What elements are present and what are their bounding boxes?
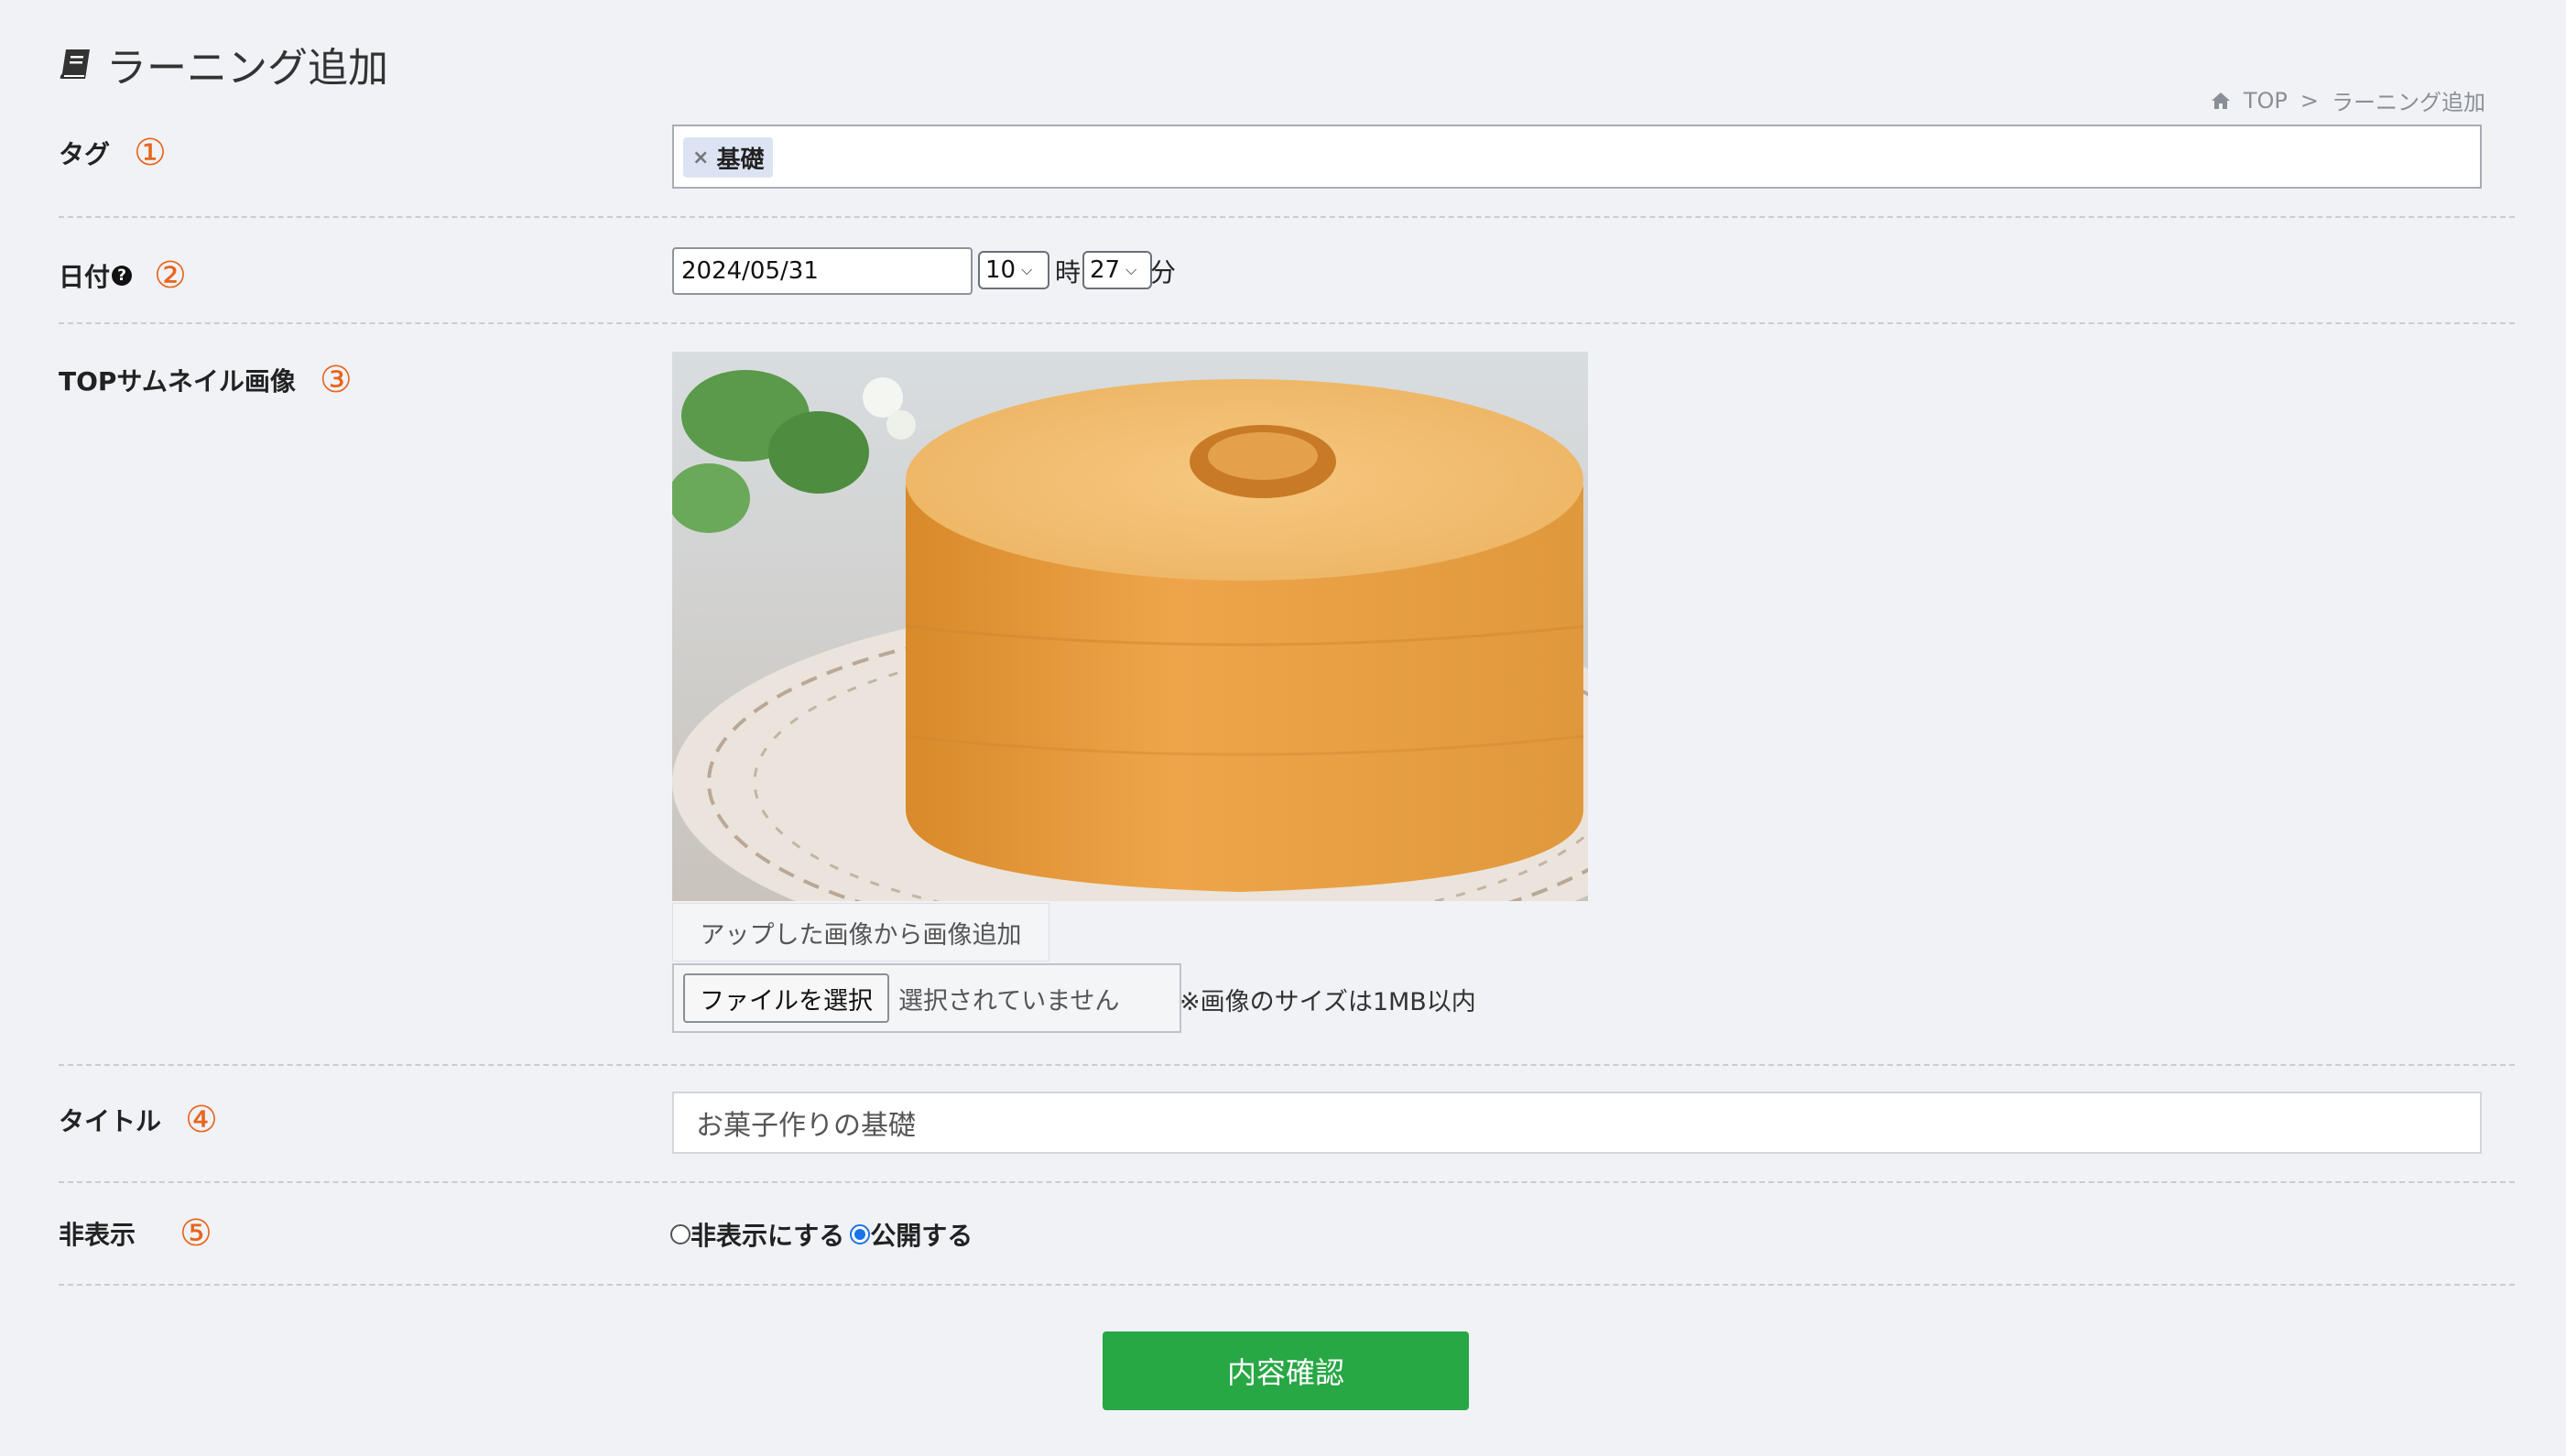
chevron-down-icon: ⌵ <box>1125 261 1137 278</box>
marker-4: ④ <box>185 1099 218 1141</box>
tag-remove-icon[interactable]: × <box>692 147 709 169</box>
choose-file-button[interactable]: ファイルを選択 <box>683 973 889 1023</box>
tag-chip: × 基礎 <box>683 137 774 178</box>
marker-3: ③ <box>319 359 353 401</box>
visibility-radio-group: 非表示にする 公開する <box>670 1216 973 1253</box>
visibility-label-text: 非表示 <box>59 1220 136 1250</box>
divider <box>59 1181 2515 1183</box>
date-input[interactable]: 2024/05/31 <box>672 247 973 295</box>
marker-1: ① <box>134 132 167 174</box>
chevron-down-icon: ⌵ <box>1021 261 1033 278</box>
divider <box>59 1064 2515 1066</box>
title-value: お菓子作りの基礎 <box>696 1110 916 1142</box>
gallery-image-button[interactable]: アップした画像から画像追加 <box>672 903 1049 962</box>
thumbnail-image <box>672 352 1588 901</box>
divider <box>59 1284 2515 1286</box>
title-label: タイトル ④ <box>59 1099 218 1141</box>
tag-label: タグ ① <box>59 132 167 174</box>
home-icon <box>2211 92 2230 109</box>
tag-label-text: タグ <box>59 139 111 169</box>
marker-2: ② <box>154 255 187 297</box>
image-size-note: ※画像のサイズは1MB以内 <box>1180 988 1476 1016</box>
hour-value: 10 <box>985 256 1017 284</box>
breadcrumb-home[interactable]: TOP <box>2244 88 2288 114</box>
book-icon <box>60 49 90 79</box>
breadcrumb: TOP > ラーニング追加 <box>2211 84 2485 116</box>
divider <box>59 322 2515 324</box>
breadcrumb-current: ラーニング追加 <box>2332 90 2485 115</box>
file-status: 選択されていません <box>898 986 1120 1016</box>
thumbnail-label: TOPサムネイル画像 ③ <box>59 359 353 401</box>
date-value: 2024/05/31 <box>681 257 819 285</box>
minute-value: 27 <box>1090 256 1121 284</box>
tag-chip-label: 基礎 <box>716 146 765 174</box>
hide-radio[interactable] <box>670 1224 690 1244</box>
hour-select[interactable]: 10 ⌵ <box>978 251 1049 289</box>
thumbnail-label-text: TOPサムネイル画像 <box>59 366 296 397</box>
date-label-text: 日付 <box>59 262 111 292</box>
help-icon[interactable]: ? <box>112 266 133 286</box>
date-label: 日付 ? ② <box>59 255 187 297</box>
confirm-button[interactable]: 内容確認 <box>1103 1331 1469 1410</box>
page-title: ラーニング追加 <box>59 35 388 93</box>
page-title-text: ラーニング追加 <box>106 45 388 92</box>
divider <box>59 216 2515 218</box>
minute-select[interactable]: 27 ⌵ <box>1082 251 1152 289</box>
visibility-label: 非表示 ⑤ <box>59 1212 212 1255</box>
hour-unit: 時 <box>1055 257 1082 288</box>
marker-5: ⑤ <box>179 1212 212 1255</box>
title-input[interactable]: お菓子作りの基礎 <box>672 1092 2482 1154</box>
publish-radio[interactable] <box>850 1224 871 1244</box>
breadcrumb-separator: > <box>2300 87 2319 114</box>
title-label-text: タイトル <box>59 1106 162 1136</box>
publish-radio-label[interactable]: 公開する <box>870 1216 973 1253</box>
file-input[interactable]: ファイルを選択 選択されていません <box>672 963 1181 1033</box>
minute-unit: 分 <box>1150 257 1177 288</box>
tag-input[interactable]: × 基礎 <box>672 125 2482 189</box>
hide-radio-label[interactable]: 非表示にする <box>690 1216 844 1253</box>
